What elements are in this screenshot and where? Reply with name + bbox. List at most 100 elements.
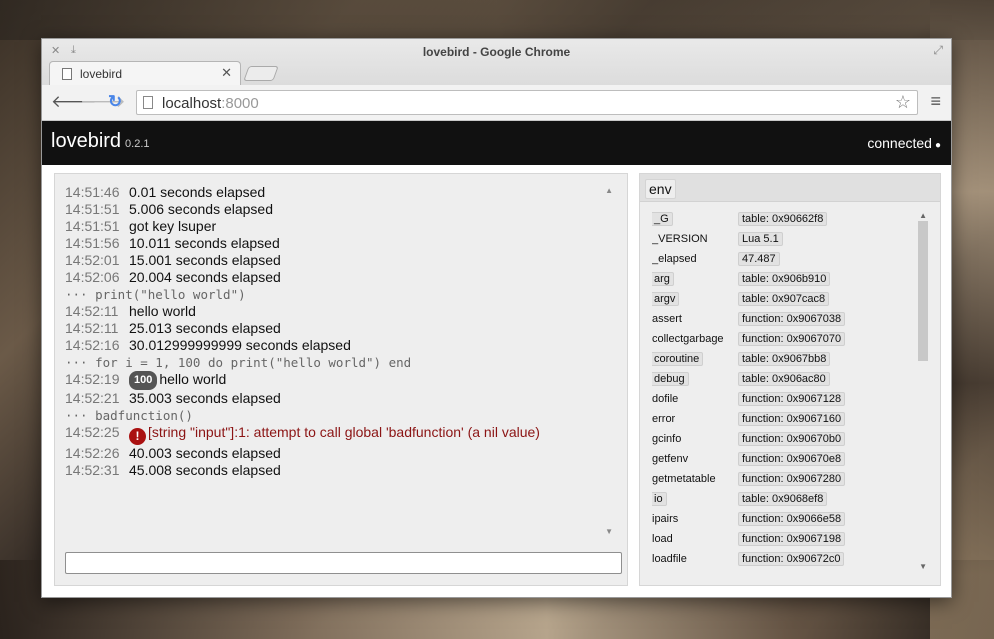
env-value: table: 0x907cac8 — [738, 292, 830, 306]
timestamp: 14:52:31 — [65, 462, 120, 478]
error-message: [string "input"]:1: attempt to call glob… — [148, 424, 540, 440]
app-header: lovebird 0.2.1 connected ● — [42, 121, 951, 165]
status-dot-icon: ● — [934, 140, 941, 151]
bookmark-star-icon[interactable]: ☆ — [895, 92, 911, 113]
console-panel: 14:51:46 0.01 seconds elapsed 14:51:51 5.00… — [54, 173, 628, 586]
env-key: ipairs — [652, 513, 679, 525]
scroll-down-icon[interactable]: ▼ — [605, 527, 613, 536]
log-message: 30.012999999999 seconds elapsed — [129, 337, 351, 353]
command-echo: ··· for i = 1, 100 do print("hello world… — [65, 355, 412, 370]
new-tab-button[interactable] — [243, 66, 279, 81]
console-line: 14:52:11 hello world — [65, 303, 617, 320]
log-message: 10.011 seconds elapsed — [129, 235, 280, 251]
env-row: debug table: 0x906ac80 — [652, 371, 914, 391]
console-input[interactable] — [65, 552, 622, 574]
address-bar[interactable]: localhost:8000 ☆ — [136, 90, 918, 115]
console-line: 14:52:31 45.008 seconds elapsed — [65, 462, 617, 479]
timestamp: 14:52:21 — [65, 390, 120, 406]
env-scrollbar[interactable] — [918, 221, 928, 361]
page-icon — [143, 96, 153, 109]
env-row: assert function: 0x9067038 — [652, 311, 914, 331]
env-value: table: 0x90662f8 — [738, 212, 828, 226]
status-text: connected — [867, 135, 932, 151]
env-key: error — [652, 413, 676, 425]
env-key[interactable]: _G — [652, 212, 673, 226]
console-line: ··· badfunction() — [65, 407, 617, 424]
env-value: function: 0x9067198 — [738, 532, 846, 546]
env-panel: env _G table: 0x90662f8 _VERSION Lua 5.1 _el… — [639, 173, 941, 586]
timestamp: 14:52:06 — [65, 269, 120, 285]
menu-icon[interactable]: ≡ — [930, 91, 941, 112]
env-value: table: 0x906b910 — [738, 272, 831, 286]
env-row: collectgarbage function: 0x9067070 — [652, 331, 914, 351]
window-maximize-icon[interactable]: ⤢ — [933, 43, 943, 58]
console-line: 14:51:51 got key lsuper — [65, 218, 617, 235]
env-row: arg table: 0x906b910 — [652, 271, 914, 291]
console-line: 14:51:51 5.006 seconds elapsed — [65, 201, 617, 218]
env-row: dofile function: 0x9067128 — [652, 391, 914, 411]
env-scroll-down-icon[interactable]: ▼ — [919, 562, 927, 571]
env-key: _elapsed — [652, 253, 697, 265]
env-key[interactable]: debug — [652, 372, 689, 386]
window-title: lovebird - Google Chrome — [422, 45, 571, 59]
env-key: _VERSION — [652, 233, 708, 245]
console-line: 14:52:01 15.001 seconds elapsed — [65, 252, 617, 269]
console-line: 14:52:06 20.004 seconds elapsed — [65, 269, 617, 286]
log-message: 40.003 seconds elapsed — [129, 445, 281, 461]
error-icon: ! — [129, 428, 146, 445]
env-row: gcinfo function: 0x90670b0 — [652, 431, 914, 451]
env-row: io table: 0x9068ef8 — [652, 491, 914, 511]
scroll-up-icon[interactable]: ▲ — [605, 186, 613, 195]
console-line: 14:52:26 40.003 seconds elapsed — [65, 445, 617, 462]
env-value: function: 0x9067280 — [738, 472, 846, 486]
env-key[interactable]: argv — [652, 292, 680, 306]
env-key[interactable]: io — [652, 492, 667, 506]
env-row: coroutine table: 0x9067bb8 — [652, 351, 914, 371]
log-message: 45.008 seconds elapsed — [129, 462, 281, 478]
timestamp: 14:52:25 — [65, 424, 120, 440]
timestamp: 14:51:51 — [65, 201, 120, 217]
tab-close-icon[interactable]: ✕ — [221, 65, 232, 81]
console-output[interactable]: 14:51:46 0.01 seconds elapsed 14:51:51 5.00… — [55, 174, 627, 546]
env-row: getmetatable function: 0x9067280 — [652, 471, 914, 491]
page-icon — [62, 68, 72, 80]
timestamp: 14:52:16 — [65, 337, 120, 353]
timestamp: 14:52:01 — [65, 252, 120, 268]
env-key: dofile — [652, 393, 679, 405]
env-title[interactable]: env — [645, 179, 676, 199]
log-message: 20.004 seconds elapsed — [129, 269, 281, 285]
console-line: 14:52:11 25.013 seconds elapsed — [65, 320, 617, 337]
env-key: getfenv — [652, 453, 689, 465]
env-row: getfenv function: 0x90670e8 — [652, 451, 914, 471]
log-message: 0.01 seconds elapsed — [129, 184, 266, 200]
title-bar: ✕ ⤓ lovebird - Google Chrome ⤢ lovebird … — [42, 39, 951, 86]
timestamp: 14:52:19 — [65, 371, 120, 387]
env-row: argv table: 0x907cac8 — [652, 291, 914, 311]
env-value: table: 0x9067bb8 — [738, 352, 831, 366]
env-key: getmetatable — [652, 473, 716, 485]
console-line: 14:52:16 30.012999999999 seconds elapsed — [65, 337, 617, 354]
env-key[interactable]: coroutine — [652, 352, 704, 366]
env-scroll-up-icon[interactable]: ▲ — [919, 211, 927, 220]
env-value: table: 0x9068ef8 — [738, 492, 828, 506]
url-host: localhost — [162, 95, 222, 112]
env-value: function: 0x90670b0 — [738, 432, 846, 446]
env-row: _VERSION Lua 5.1 — [652, 231, 914, 251]
timestamp: 14:51:46 — [65, 184, 120, 200]
log-message: 35.003 seconds elapsed — [129, 390, 281, 406]
env-row: ipairs function: 0x9066e58 — [652, 511, 914, 531]
browser-tab[interactable]: lovebird ✕ — [49, 61, 241, 86]
console-line: 14:52:19 100 hello world — [65, 371, 617, 390]
env-value: Lua 5.1 — [738, 232, 783, 246]
console-line: ··· print("hello world") — [65, 286, 617, 303]
connection-status: connected ● — [867, 135, 941, 151]
reload-icon[interactable]: ↻ — [108, 92, 122, 112]
env-key: collectgarbage — [652, 333, 724, 345]
env-row: _elapsed 47.487 — [652, 251, 914, 271]
timestamp: 14:52:26 — [65, 445, 120, 461]
env-value: function: 0x9067070 — [738, 332, 846, 346]
env-key[interactable]: arg — [652, 272, 674, 286]
console-line: 14:52:25! [string "input"]:1: attempt to … — [65, 424, 617, 445]
desktop-background-top — [0, 0, 994, 40]
env-value: function: 0x9067038 — [738, 312, 846, 326]
